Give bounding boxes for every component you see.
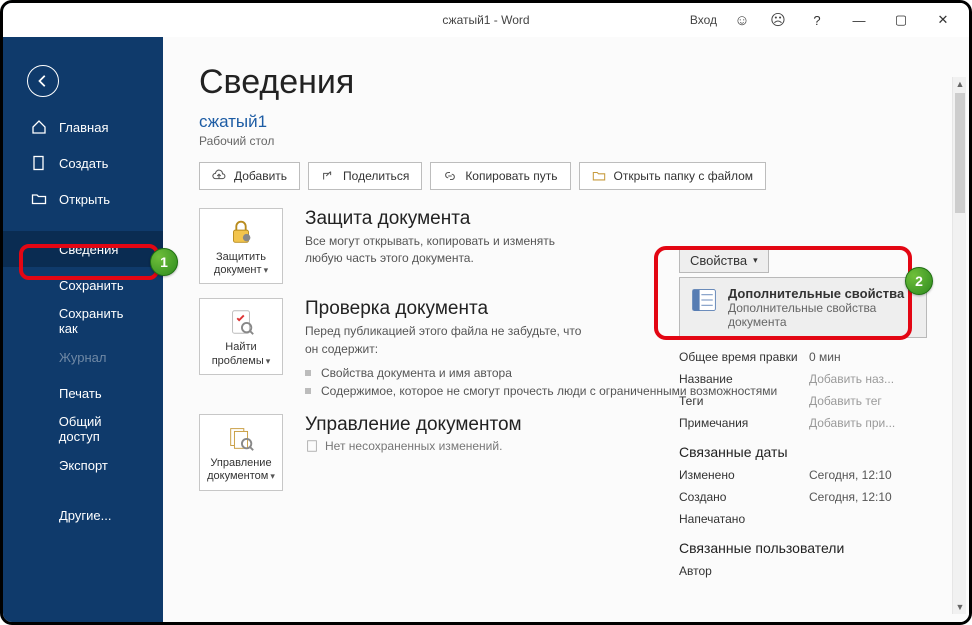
lock-icon bbox=[226, 217, 256, 247]
manage-title: Управление документом bbox=[305, 414, 522, 436]
manage-document-button[interactable]: Управление документом▾ bbox=[199, 414, 283, 490]
back-button[interactable] bbox=[27, 65, 59, 97]
home-icon bbox=[31, 119, 47, 135]
minimize-button[interactable]: — bbox=[839, 5, 879, 35]
sidebar-item-saveas[interactable]: Сохранить как bbox=[3, 303, 163, 339]
protect-body: Все могут открывать, копировать и изменя… bbox=[305, 233, 595, 268]
document-name: сжатый1 bbox=[199, 112, 969, 132]
sidebar-item-label: Общий доступ bbox=[59, 414, 145, 444]
prop-row: ИзмененоСегодня, 12:10 bbox=[679, 464, 927, 486]
button-label: Управление документом bbox=[207, 457, 271, 482]
sidebar-item-history: Журнал bbox=[3, 339, 163, 375]
sidebar-item-open[interactable]: Открыть bbox=[3, 181, 163, 217]
annotation-badge-2: 2 bbox=[905, 267, 933, 295]
open-folder-button[interactable]: Открыть папку с файлом bbox=[579, 162, 767, 190]
sidebar-item-export[interactable]: Экспорт bbox=[3, 447, 163, 483]
scroll-up-icon[interactable]: ▲ bbox=[953, 77, 967, 91]
cloud-up-icon bbox=[212, 169, 226, 183]
related-users-heading: Связанные пользователи bbox=[679, 540, 927, 556]
login-label[interactable]: Вход bbox=[690, 13, 717, 27]
sidebar-item-label: Сохранить bbox=[59, 278, 124, 293]
chevron-down-icon: ▾ bbox=[266, 356, 271, 366]
document-icon bbox=[305, 439, 319, 453]
document-manage-icon bbox=[226, 423, 256, 453]
sidebar-item-label: Печать bbox=[59, 386, 102, 401]
related-dates-heading: Связанные даты bbox=[679, 444, 927, 460]
info-toolbar: Добавить Поделиться Копировать путь Откр… bbox=[199, 162, 969, 190]
sidebar-item-label: Журнал bbox=[59, 350, 106, 365]
document-location: Рабочий стол bbox=[199, 134, 969, 148]
prop-row[interactable]: ТегиДобавить тег bbox=[679, 390, 927, 412]
chevron-down-icon: ▾ bbox=[753, 255, 758, 266]
folder-icon bbox=[592, 169, 606, 183]
chevron-down-icon: ▾ bbox=[270, 471, 275, 481]
properties-list-icon bbox=[690, 286, 718, 314]
page-title: Сведения bbox=[199, 63, 969, 102]
copy-path-button[interactable]: Копировать путь bbox=[430, 162, 570, 190]
sidebar-item-label: Открыть bbox=[59, 192, 110, 207]
window-title: сжатый1 - Word bbox=[442, 13, 529, 27]
sidebar-item-label: Экспорт bbox=[59, 458, 108, 473]
button-label: Найти проблемы bbox=[212, 341, 264, 366]
sidebar-item-info[interactable]: Сведения bbox=[3, 231, 163, 267]
new-icon bbox=[31, 155, 47, 171]
prop-row[interactable]: ПримечанияДобавить при... bbox=[679, 412, 927, 434]
button-label: Добавить bbox=[234, 169, 287, 183]
sidebar-item-label: Главная bbox=[59, 120, 108, 135]
sidebar-item-share[interactable]: Общий доступ bbox=[3, 411, 163, 447]
bullet-icon bbox=[305, 370, 311, 376]
smile-icon[interactable]: ☺ bbox=[725, 5, 759, 35]
sidebar-item-label: Сведения bbox=[59, 242, 118, 257]
upload-button[interactable]: Добавить bbox=[199, 162, 300, 190]
button-label: Открыть папку с файлом bbox=[614, 169, 754, 183]
backstage-sidebar: Главная Создать Открыть Сведения Сохрани… bbox=[3, 3, 163, 622]
sidebar-item-save[interactable]: Сохранить bbox=[3, 267, 163, 303]
button-label: Свойства bbox=[690, 253, 747, 268]
vertical-scrollbar[interactable]: ▲ ▼ bbox=[952, 77, 966, 614]
manage-body: Нет несохраненных изменений. bbox=[305, 439, 502, 453]
scroll-down-icon[interactable]: ▼ bbox=[953, 600, 967, 614]
sidebar-item-home[interactable]: Главная bbox=[3, 109, 163, 145]
properties-button[interactable]: Свойства ▾ bbox=[679, 247, 769, 273]
protect-title: Защита документа bbox=[305, 208, 595, 230]
folder-open-icon bbox=[31, 191, 47, 207]
prop-row[interactable]: НазваниеДобавить наз... bbox=[679, 368, 927, 390]
advanced-properties-title: Дополнительные свойства bbox=[728, 286, 916, 301]
sidebar-item-more[interactable]: Другие... bbox=[3, 497, 163, 533]
sidebar-item-print[interactable]: Печать bbox=[3, 375, 163, 411]
close-button[interactable]: ✕ bbox=[923, 5, 963, 35]
advanced-properties-item[interactable]: Дополнительные свойства Дополнительные с… bbox=[679, 277, 927, 338]
sidebar-item-label: Другие... bbox=[59, 508, 111, 523]
inspect-icon bbox=[226, 307, 256, 337]
annotation-badge-1: 1 bbox=[150, 248, 178, 276]
share-icon bbox=[321, 169, 335, 183]
button-label: Копировать путь bbox=[465, 169, 557, 183]
prop-row: Общее время правки0 мин bbox=[679, 346, 927, 368]
bullet-text: Свойства документа и имя автора bbox=[321, 364, 512, 382]
main-panel: Сведения сжатый1 Рабочий стол Добавить П… bbox=[163, 37, 969, 622]
button-label: Поделиться bbox=[343, 169, 409, 183]
prop-row: СозданоСегодня, 12:10 bbox=[679, 486, 927, 508]
properties-panel: Свойства ▾ Дополнительные свойства Допол… bbox=[679, 247, 927, 582]
advanced-properties-sub: Дополнительные свойства документа bbox=[728, 301, 916, 329]
sidebar-item-label: Создать bbox=[59, 156, 108, 171]
protect-document-button[interactable]: Защитить документ▾ bbox=[199, 208, 283, 284]
prop-row: Напечатано bbox=[679, 508, 927, 530]
frown-icon[interactable]: ☹ bbox=[761, 5, 795, 35]
sidebar-item-new[interactable]: Создать bbox=[3, 145, 163, 181]
button-label: Защитить документ bbox=[214, 251, 266, 276]
chevron-down-icon: ▾ bbox=[264, 265, 269, 275]
sidebar-item-label: Сохранить как bbox=[59, 306, 145, 336]
maximize-button[interactable]: ▢ bbox=[881, 5, 921, 35]
scroll-thumb[interactable] bbox=[955, 93, 965, 213]
inspect-body: Перед публикацией этого файла не забудьт… bbox=[305, 323, 595, 358]
prop-row: Автор bbox=[679, 560, 927, 582]
titlebar: сжатый1 - Word Вход ☺ ☹ ? — ▢ ✕ bbox=[3, 3, 969, 37]
share-button[interactable]: Поделиться bbox=[308, 162, 422, 190]
help-button[interactable]: ? bbox=[797, 5, 837, 35]
link-icon bbox=[443, 169, 457, 183]
check-issues-button[interactable]: Найти проблемы▾ bbox=[199, 298, 283, 374]
bullet-icon bbox=[305, 388, 311, 394]
